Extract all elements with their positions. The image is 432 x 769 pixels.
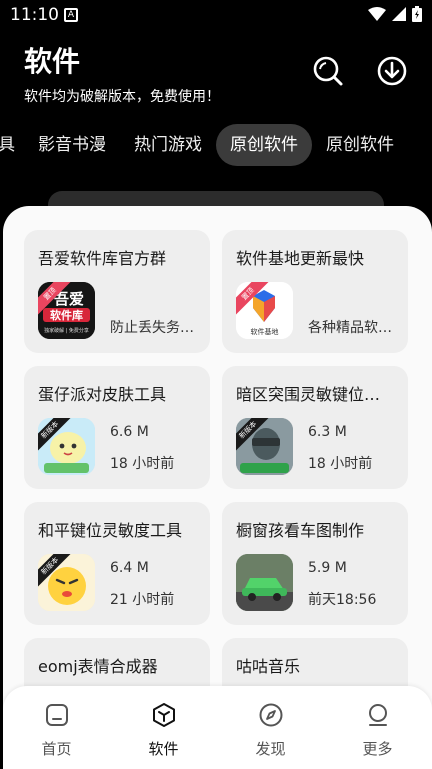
app-update-time: 前天18:56: [308, 592, 377, 608]
page-title: 软件: [24, 45, 81, 78]
app-update-time: 18 小时前: [110, 456, 175, 472]
app-name: 软件基地更新最快: [236, 249, 365, 268]
app-icon-arena-breakout: 新版本: [236, 418, 293, 475]
app-icon-peace-elite-keys: 新版本: [38, 554, 95, 611]
wifi-icon: [368, 7, 386, 21]
svg-text:软件库: 软件库: [50, 308, 83, 322]
bottom-navigation: 首页 软件 发现 更多: [3, 686, 432, 769]
app-list-sheet: 吾爱软件库官方群 吾爱 软件库 独家破解 | 免费分享 置顶 防止丢失务… 软件…: [3, 206, 432, 769]
tab-original-software-active[interactable]: 原创软件: [216, 124, 312, 166]
app-update-time: 21 小时前: [110, 592, 175, 608]
nav-home-label: 首页: [41, 740, 72, 758]
nav-software[interactable]: 软件: [110, 686, 217, 769]
app-card[interactable]: 吾爱软件库官方群 吾爱 软件库 独家破解 | 免费分享 置顶 防止丢失务…: [24, 230, 210, 353]
app-name: 橱窗孩看车图制作: [236, 521, 365, 540]
app-name: 和平键位灵敏度工具: [38, 521, 183, 540]
svg-text:独家破解 | 免费分享: 独家破解 | 免费分享: [44, 327, 89, 334]
app-name: 蛋仔派对皮肤工具: [38, 385, 167, 404]
app-name: eomj表情合成器: [38, 657, 158, 676]
app-size: 6.3 M: [308, 424, 347, 440]
status-bar: 11:10 A: [0, 0, 432, 30]
nav-more[interactable]: 更多: [324, 686, 431, 769]
tab-tools[interactable]: 具: [0, 124, 15, 166]
app-size: 5.9 M: [308, 560, 347, 576]
download-icon: [377, 56, 407, 86]
nav-discover[interactable]: 发现: [217, 686, 324, 769]
app-card[interactable]: 蛋仔派对皮肤工具 新版本 6.6 M 18 小时前: [24, 366, 210, 489]
app-update-time: 18 小时前: [308, 456, 373, 472]
signal-icon: [392, 7, 406, 21]
app-description: 防止丢失务…: [110, 320, 194, 336]
download-button[interactable]: [376, 55, 408, 87]
app-icon-eggy-party: 新版本: [38, 418, 95, 475]
app-name: 吾爱软件库官方群: [38, 249, 167, 268]
user-icon: [369, 704, 387, 726]
home-icon: [46, 704, 68, 726]
app-card[interactable]: 和平键位灵敏度工具 新版本 6.4 M 21 小时前: [24, 502, 210, 625]
tab-hot-games[interactable]: 热门游戏: [134, 124, 202, 166]
app-card[interactable]: 软件基地更新最快 软件基地 置顶 各种精品软…: [222, 230, 408, 353]
system-icons: [368, 6, 422, 22]
software-cube-icon: [153, 703, 175, 727]
tab-media[interactable]: 影音书漫: [38, 124, 106, 166]
category-tabs: 具 影音书漫 热门游戏 原创软件 原创软件: [0, 124, 432, 166]
app-card[interactable]: 橱窗孩看车图制作 5.9 M 前天18:56: [222, 502, 408, 625]
app-icon-software-base: 软件基地 置顶: [236, 282, 293, 339]
app-size: 6.6 M: [110, 424, 149, 440]
battery-icon: [412, 6, 422, 22]
notification-icon: A: [64, 8, 78, 22]
page-header: 软件 软件均为破解版本，免费使用！: [24, 40, 220, 106]
app-size: 6.4 M: [110, 560, 149, 576]
app-icon-car-picture-maker: [236, 554, 293, 611]
app-description: 各种精品软…: [308, 320, 392, 336]
app-card[interactable]: 暗区突围灵敏键位… 新版本 6.3 M 18 小时前: [222, 366, 408, 489]
search-button[interactable]: [312, 55, 344, 87]
svg-text:软件基地: 软件基地: [251, 327, 279, 336]
app-icon-52pojie: 吾爱 软件库 独家破解 | 免费分享 置顶: [38, 282, 95, 339]
page-subtitle: 软件均为破解版本，免费使用！: [24, 89, 220, 105]
app-name: 咕咕音乐: [236, 657, 301, 676]
compass-icon: [259, 703, 283, 727]
search-icon: [313, 56, 343, 86]
status-time: 11:10: [10, 5, 59, 25]
nav-more-label: 更多: [362, 740, 393, 758]
nav-home[interactable]: 首页: [3, 686, 110, 769]
app-name: 暗区突围灵敏键位…: [236, 385, 381, 404]
nav-software-label: 软件: [148, 740, 179, 758]
tab-original-software[interactable]: 原创软件: [326, 124, 394, 166]
nav-discover-label: 发现: [255, 740, 286, 758]
